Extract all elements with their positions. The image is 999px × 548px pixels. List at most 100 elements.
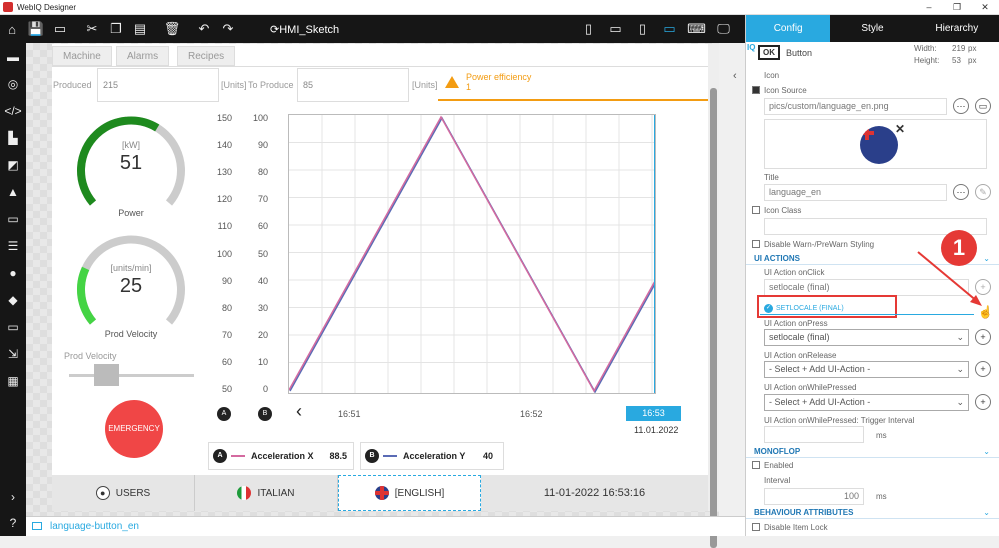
tab-recipes[interactable]: Recipes bbox=[177, 46, 236, 66]
interval-input[interactable]: 100 bbox=[764, 488, 864, 505]
list-icon[interactable]: ☰ bbox=[0, 232, 26, 259]
monoflop-enabled-label: Enabled bbox=[764, 461, 794, 470]
tablet-portrait-icon[interactable]: ▯ bbox=[629, 15, 656, 43]
italian-button[interactable]: ITALIAN bbox=[195, 475, 338, 511]
chart-prev-button[interactable]: ‹ bbox=[296, 401, 302, 422]
onclick-action-badge[interactable]: ✓ SETLOCALE (FINAL) bbox=[764, 304, 844, 313]
save-icon[interactable]: 💾 bbox=[24, 15, 48, 43]
disable-warn-checkbox[interactable] bbox=[752, 240, 760, 248]
more-options-icon[interactable]: ⋯ bbox=[953, 98, 969, 114]
preview-icon[interactable]: ▭ bbox=[975, 98, 991, 114]
title-bar: WebIQ Designer – ❐ ✕ bbox=[0, 0, 999, 15]
chevron-down-icon: ⌄ bbox=[956, 364, 964, 374]
tab-alarms[interactable]: Alarms bbox=[116, 46, 170, 66]
marker-a-button[interactable]: A bbox=[217, 407, 231, 421]
power-unit: [kW] bbox=[122, 140, 140, 150]
add-onrelease-icon[interactable]: + bbox=[975, 361, 991, 377]
home-icon[interactable]: ⌂ bbox=[0, 15, 24, 43]
width-unit: px bbox=[968, 44, 977, 53]
project-name[interactable]: ⟳HMI_Sketch bbox=[270, 23, 339, 36]
add-onwhile-icon[interactable]: + bbox=[975, 394, 991, 410]
phone-landscape-icon[interactable]: ▭ bbox=[602, 15, 629, 43]
redo-icon[interactable]: ↷ bbox=[216, 15, 240, 43]
title-options-icon[interactable]: ⋯ bbox=[953, 184, 969, 200]
canvas-scrollbar[interactable] bbox=[708, 44, 719, 548]
width-value: 219 bbox=[952, 44, 966, 53]
maximize-button[interactable]: ❐ bbox=[943, 0, 971, 15]
y-tick-label: 60 bbox=[257, 221, 268, 232]
icon-class-checkbox[interactable] bbox=[752, 206, 760, 214]
cursor-time-badge[interactable]: 16:53 bbox=[626, 406, 681, 421]
tab-machine[interactable]: Machine bbox=[52, 46, 112, 66]
legend-name-y: Acceleration Y bbox=[403, 451, 466, 461]
title-input[interactable]: language_en bbox=[764, 184, 947, 201]
onwhile-select[interactable]: - Select + Add UI-Action - ⌄ bbox=[764, 394, 969, 411]
y-tick-label: 120 bbox=[216, 194, 232, 205]
undo-icon[interactable]: ↶ bbox=[192, 15, 216, 43]
trend-icon[interactable]: ◩ bbox=[0, 151, 26, 178]
scrollbar-thumb[interactable] bbox=[710, 88, 717, 548]
icon-source-checkbox[interactable] bbox=[752, 86, 760, 94]
alarm-icon[interactable]: ▲ bbox=[0, 178, 26, 205]
close-button[interactable]: ✕ bbox=[971, 0, 999, 15]
monoflop-section[interactable]: MONOFLOP ⌄ bbox=[746, 445, 999, 458]
factory-icon[interactable]: ▙ bbox=[0, 124, 26, 151]
minimize-button[interactable]: – bbox=[915, 0, 943, 15]
users-button[interactable]: ● USERS bbox=[52, 475, 195, 511]
screen-icon[interactable]: ▭ bbox=[0, 313, 26, 340]
grid-icon[interactable]: ▦ bbox=[0, 367, 26, 394]
warning-icon bbox=[445, 76, 459, 88]
edit-icon[interactable]: ✎ bbox=[975, 184, 991, 200]
chevron-down-icon: ⌄ bbox=[983, 447, 990, 456]
title-label: Title bbox=[764, 173, 779, 182]
monoflop-enabled-checkbox[interactable] bbox=[752, 461, 760, 469]
paste-icon[interactable]: ▤ bbox=[128, 15, 152, 43]
collapse-panel-icon[interactable]: ‹ bbox=[733, 70, 745, 90]
marker-b-button[interactable]: B bbox=[258, 407, 272, 421]
desktop-icon[interactable]: 🖵 bbox=[710, 15, 737, 43]
delete-icon[interactable]: 🗑 bbox=[160, 15, 184, 43]
emergency-button[interactable]: EMERGENCY bbox=[105, 400, 163, 458]
power-gauge: [kW] 51 Power bbox=[74, 108, 188, 222]
onwhile-label: UI Action onWhilePressed bbox=[764, 383, 857, 392]
add-onpress-icon[interactable]: + bbox=[975, 329, 991, 345]
cube-icon[interactable]: ◆ bbox=[0, 286, 26, 313]
y-tick-label: 90 bbox=[221, 275, 232, 286]
monitor-icon[interactable]: ▭ bbox=[48, 15, 72, 43]
english-button[interactable]: [ENGLISH] bbox=[338, 475, 481, 511]
series-acceleration-x bbox=[288, 115, 656, 393]
widget-type-badge: OK bbox=[758, 45, 780, 60]
copy-icon[interactable]: ❐ bbox=[104, 15, 128, 43]
tablet-landscape-icon[interactable]: ▭ bbox=[656, 15, 683, 43]
cut-icon[interactable]: ✂ bbox=[80, 15, 104, 43]
phone-portrait-icon[interactable]: ▯ bbox=[575, 15, 602, 43]
tab-divider bbox=[52, 66, 708, 67]
y-tick-label: 0 bbox=[262, 384, 268, 394]
tag-icon[interactable]: ▭ bbox=[0, 205, 26, 232]
laptop-icon[interactable]: ⌨ bbox=[683, 15, 710, 43]
tab-config[interactable]: Config bbox=[746, 15, 831, 42]
widgets-icon[interactable]: ▬ bbox=[0, 43, 26, 70]
remove-icon[interactable]: ✕ bbox=[895, 122, 905, 136]
behaviour-section[interactable]: BEHAVIOUR ATTRIBUTES ⌄ bbox=[746, 506, 999, 519]
legend-acceleration-x: A Acceleration X 88.5 bbox=[208, 442, 354, 470]
user-icon[interactable]: ● bbox=[0, 259, 26, 286]
tab-hierarchy[interactable]: Hierarchy bbox=[915, 15, 999, 42]
chevron-right-icon[interactable]: › bbox=[0, 483, 26, 510]
icon-source-input[interactable]: pics/custom/language_en.png bbox=[764, 98, 947, 115]
code-icon[interactable]: </> bbox=[0, 97, 26, 124]
globe-icon[interactable]: ◎ bbox=[0, 70, 26, 97]
to-produce-field: 85 bbox=[297, 68, 409, 102]
help-icon[interactable]: ? bbox=[0, 509, 26, 536]
onpress-select[interactable]: setlocale (final) ⌄ bbox=[764, 329, 969, 346]
tab-style[interactable]: Style bbox=[830, 15, 914, 42]
warning-title: Power efficiency bbox=[466, 72, 532, 82]
slider-handle[interactable] bbox=[94, 364, 119, 386]
velocity-slider[interactable] bbox=[69, 364, 194, 386]
trigger-interval-input[interactable] bbox=[764, 426, 864, 443]
onrelease-select[interactable]: - Select + Add UI-Action - ⌄ bbox=[764, 361, 969, 378]
trigger-interval-label: UI Action onWhilePressed: Trigger Interv… bbox=[764, 416, 915, 425]
import-icon[interactable]: ⇲ bbox=[0, 340, 26, 367]
velocity-label: Prod Velocity bbox=[104, 329, 158, 339]
disable-lock-checkbox[interactable] bbox=[752, 523, 760, 531]
